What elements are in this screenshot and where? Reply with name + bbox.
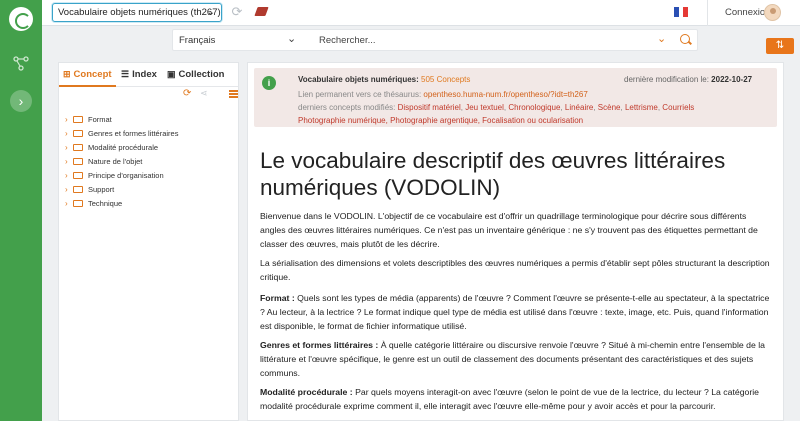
expand-sidebar-button[interactable]: › [10, 90, 32, 112]
permalink-link[interactable]: opentheso.huma-num.fr/opentheso/?idt=th2… [423, 90, 587, 99]
collection-icon: ▣ [167, 69, 176, 79]
thesaurus-title: Vocabulaire objets numériques: 505 Conce… [298, 75, 471, 84]
recent-concept-link[interactable]: Dispositif matériel [398, 103, 461, 112]
concept-tree-panel: ⊞ Concept ☰ Index ▣ Collection ⟳ ⋖ › Format … [58, 62, 239, 421]
tree-item[interactable]: › Technique [65, 197, 178, 211]
section-paragraph: Format : Quels sont les types de média (… [260, 291, 770, 333]
recent-concept-link[interactable]: Photographie numérique [298, 116, 386, 125]
sitemap-icon: ⊞ [63, 69, 71, 79]
recent-concepts: derniers concepts modifiés: Dispositif m… [298, 103, 695, 112]
folder-icon [73, 172, 83, 179]
info-icon: i [262, 76, 276, 90]
language-select[interactable]: Français [179, 35, 215, 46]
left-rail: › [0, 0, 42, 421]
tree-item[interactable]: › Nature de l'objet [65, 155, 178, 169]
tree-item[interactable]: › Modalité procédurale [65, 141, 178, 155]
search-bar: Français ⌄ ⌄ [172, 29, 698, 51]
folder-icon [73, 116, 83, 123]
content-panel: i Vocabulaire objets numériques: 505 Con… [247, 62, 784, 421]
chevron-down-icon[interactable]: ⌄ [657, 32, 666, 45]
section-term: Format : [260, 293, 295, 303]
recent-concept-link[interactable]: Focalisation ou ocularisation [482, 116, 583, 125]
chevron-right-icon[interactable]: › [65, 127, 73, 141]
tab-index[interactable]: ☰ Index [121, 69, 157, 80]
recent-concept-link[interactable]: Chronologique [508, 103, 560, 112]
tab-bar: ⊞ Concept ☰ Index ▣ Collection [59, 63, 238, 87]
chevron-right-icon[interactable]: › [65, 155, 73, 169]
tree-item[interactable]: › Principe d'organisation [65, 169, 178, 183]
recent-concept-link[interactable]: Scène [598, 103, 621, 112]
tab-collection[interactable]: ▣ Collection [167, 69, 224, 80]
list-icon: ☰ [121, 69, 130, 79]
concept-count: 505 Concepts [421, 75, 471, 84]
section-text: Quels sont les types de média (apparents… [260, 293, 770, 331]
section-term: Modalité procédurale : [260, 387, 353, 397]
thesaurus-select[interactable]: Vocabulaire objets numériques (th267) ⌄ [52, 3, 222, 22]
chevron-right-icon[interactable]: › [65, 197, 73, 211]
recent-concept-link[interactable]: Linéaire [565, 103, 593, 112]
recent-concepts-continued: Photographie numérique, Photographie arg… [298, 116, 584, 125]
tab-concept[interactable]: ⊞ Concept [63, 69, 112, 80]
recent-concept-link[interactable]: Jeu textuel [465, 103, 504, 112]
section-paragraph: Genres et formes littéraires : À quelle … [260, 338, 770, 380]
chevron-right-icon[interactable]: › [65, 113, 73, 127]
permalink: Lien permanent vers ce thésaurus: openth… [298, 90, 588, 99]
refresh-icon[interactable]: ⟳ [230, 5, 244, 19]
recent-concept-link[interactable]: Photographie argentique [390, 116, 478, 125]
tree-toolbar: ⟳ ⋖ [59, 88, 238, 102]
chevron-right-icon[interactable]: › [65, 183, 73, 197]
last-modified: dernière modification le: 2022-10-27 [624, 75, 753, 84]
share-icon[interactable]: ⋖ [200, 88, 208, 99]
folder-icon [73, 186, 83, 193]
chevron-right-icon[interactable]: › [65, 141, 73, 155]
chevron-down-icon: ⌄ [206, 7, 215, 18]
graph-icon[interactable] [12, 54, 30, 72]
tree-item[interactable]: › Format [65, 113, 178, 127]
folder-icon [73, 200, 83, 207]
folder-icon [73, 158, 83, 165]
french-flag-icon[interactable] [674, 7, 689, 17]
menu-icon[interactable] [229, 90, 238, 98]
thesaurus-info-box: i Vocabulaire objets numériques: 505 Con… [254, 68, 777, 127]
recent-concept-link[interactable]: Lettrisme [625, 103, 658, 112]
recent-concept-link[interactable]: Courriels [662, 103, 694, 112]
avatar[interactable] [764, 4, 781, 21]
top-bar: Vocabulaire objets numériques (th267) ⌄ … [42, 0, 800, 26]
tree-item[interactable]: › Support [65, 183, 178, 197]
chevron-right-icon[interactable]: › [65, 169, 73, 183]
section-paragraph: Modalité procédurale : Par quels moyens … [260, 385, 770, 413]
opentheso-logo-icon[interactable] [9, 7, 33, 31]
thesaurus-select-value: Vocabulaire objets numériques (th267) [58, 7, 221, 18]
section-term: Genres et formes littéraires : [260, 340, 379, 350]
serialisation-paragraph: La sérialisation des dimensions et volet… [260, 258, 770, 282]
concept-tree: › Format › Genres et formes littéraires › M… [65, 113, 178, 211]
divider [707, 0, 708, 26]
search-input[interactable] [319, 33, 649, 48]
sort-button[interactable]: ⇅ [766, 38, 794, 54]
refresh-icon[interactable]: ⟳ [183, 88, 191, 99]
eraser-icon[interactable] [254, 7, 269, 16]
page-title: Le vocabulaire descriptif des œuvres lit… [260, 148, 726, 200]
folder-icon [73, 130, 83, 137]
search-icon[interactable] [680, 34, 690, 44]
intro-paragraph: Bienvenue dans le VODOLIN. L'objectif de… [260, 211, 758, 249]
folder-icon [73, 144, 83, 151]
chevron-down-icon[interactable]: ⌄ [287, 32, 296, 45]
tree-item[interactable]: › Genres et formes littéraires [65, 127, 178, 141]
active-tab-indicator [59, 85, 116, 87]
